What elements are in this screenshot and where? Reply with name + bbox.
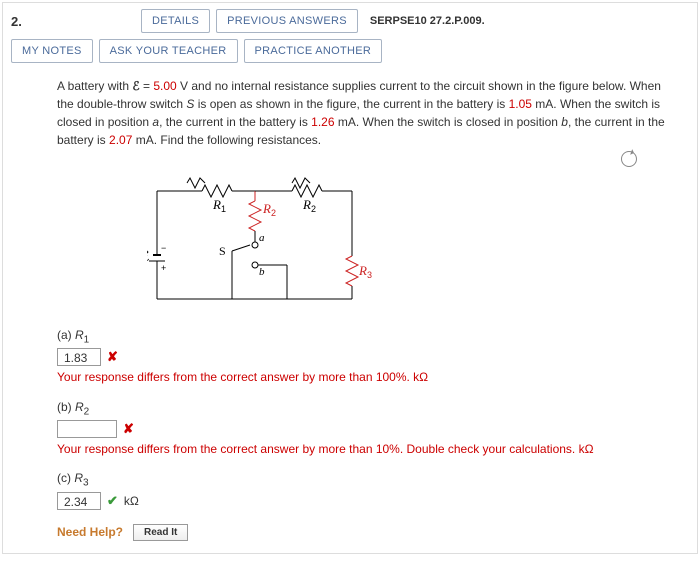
svg-text:ℰ: ℰ <box>147 250 149 265</box>
answer-parts: (a) R1 1.83 ✘ Your response differs from… <box>57 328 667 510</box>
part-b-feedback: Your response differs from the correct a… <box>57 441 667 457</box>
svg-text:−: − <box>161 243 166 253</box>
details-button[interactable]: DETAILS <box>141 9 210 33</box>
read-it-button[interactable]: Read It <box>133 524 188 541</box>
svg-text:3: 3 <box>367 270 372 280</box>
emf-value: 5.00 <box>153 79 176 93</box>
need-help-label: Need Help? <box>57 525 123 539</box>
svg-text:1: 1 <box>221 204 226 214</box>
need-help: Need Help? Read It <box>57 524 667 541</box>
part-b-label: (b) R2 <box>57 400 667 417</box>
reset-figure-icon[interactable] <box>621 151 637 167</box>
question-container: 2. DETAILS PREVIOUS ANSWERS SERPSE10 27.… <box>2 2 698 554</box>
svg-text:b: b <box>259 266 265 278</box>
part-b-answer-input[interactable] <box>57 420 117 438</box>
svg-text:a: a <box>259 232 265 244</box>
circuit-svg: R1 R2 R2 R3 S a b ℰ − + <box>147 171 377 311</box>
correct-icon: ✔ <box>107 493 118 509</box>
part-c-label: (c) R3 <box>57 471 667 488</box>
part-a: (a) R1 1.83 ✘ Your response differs from… <box>57 328 667 386</box>
svg-text:2: 2 <box>271 208 276 218</box>
header-row-1: 2. DETAILS PREVIOUS ANSWERS SERPSE10 27.… <box>3 3 697 39</box>
emf-symbol: ℰ <box>132 79 139 93</box>
part-b: (b) R2 ✘ Your response differs from the … <box>57 400 667 458</box>
practice-another-button[interactable]: PRACTICE ANOTHER <box>244 39 383 63</box>
current-open: 1.05 <box>509 97 532 111</box>
source-reference: SERPSE10 27.2.P.009. <box>364 15 485 27</box>
circuit-figure: R1 R2 R2 R3 S a b ℰ − + <box>147 171 667 314</box>
question-content: A battery with ℰ = 5.00 V and no interna… <box>3 69 697 553</box>
part-c-unit: kΩ <box>124 494 139 508</box>
current-a: 1.26 <box>311 115 334 129</box>
svg-text:R: R <box>212 197 221 212</box>
my-notes-button[interactable]: MY NOTES <box>11 39 93 63</box>
svg-text:S: S <box>219 244 226 258</box>
part-a-answer-input[interactable]: 1.83 <box>57 348 101 366</box>
part-c: (c) R3 2.34 ✔ kΩ <box>57 471 667 509</box>
svg-text:R: R <box>302 197 311 212</box>
problem-statement: A battery with ℰ = 5.00 V and no interna… <box>57 77 667 149</box>
part-c-answer-input[interactable]: 2.34 <box>57 492 101 510</box>
ask-teacher-button[interactable]: ASK YOUR TEACHER <box>99 39 238 63</box>
incorrect-icon: ✘ <box>107 349 118 365</box>
question-number: 2. <box>11 14 37 29</box>
previous-answers-button[interactable]: PREVIOUS ANSWERS <box>216 9 358 33</box>
svg-text:R: R <box>358 263 367 278</box>
header-row-2: MY NOTES ASK YOUR TEACHER PRACTICE ANOTH… <box>3 39 697 69</box>
svg-text:+: + <box>161 263 166 273</box>
current-b: 2.07 <box>109 133 132 147</box>
part-a-label: (a) R1 <box>57 328 667 345</box>
svg-text:2: 2 <box>311 204 316 214</box>
svg-text:R: R <box>262 201 271 216</box>
part-a-feedback: Your response differs from the correct a… <box>57 369 667 385</box>
incorrect-icon: ✘ <box>123 421 134 437</box>
